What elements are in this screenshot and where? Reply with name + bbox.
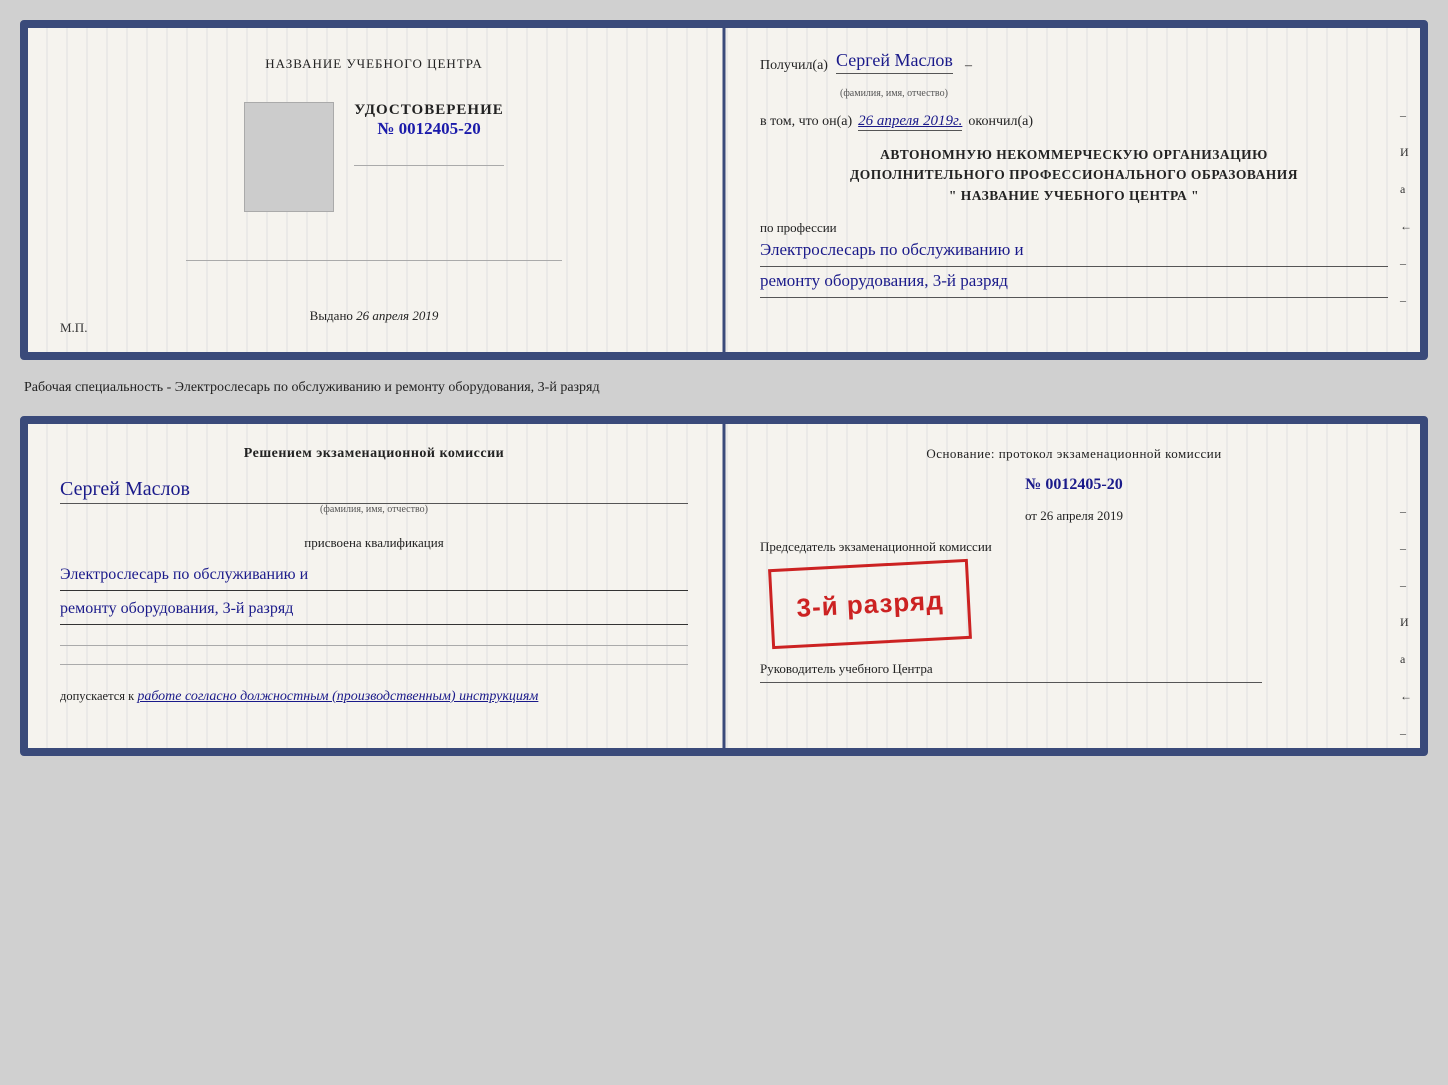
qualification-block: Электрослесарь по обслуживанию и ремонту… xyxy=(60,561,688,629)
cert-number: № 0012405-20 xyxy=(377,119,481,139)
page-wrapper: НАЗВАНИЕ УЧЕБНОГО ЦЕНТРА УДОСТОВЕРЕНИЕ №… xyxy=(20,20,1428,756)
recipient-name: Сергей Маслов xyxy=(836,50,953,74)
profession-line2: ремонту оборудования, 3-й разряд xyxy=(760,267,1388,298)
mark-2: И xyxy=(1400,145,1412,160)
mark2-5: а xyxy=(1400,652,1412,667)
school-title-left: НАЗВАНИЕ УЧЕБНОГО ЦЕНТРА xyxy=(265,56,482,72)
protocol-date-prefix: от xyxy=(1025,508,1037,523)
org-line2: ДОПОЛНИТЕЛЬНОГО ПРОФЕССИОНАЛЬНОГО ОБРАЗО… xyxy=(760,165,1388,185)
chairman-label: Председатель экзаменационной комиссии xyxy=(760,538,1388,556)
date-line: в том, что он(а) 26 апреля 2019г. окончи… xyxy=(760,113,1388,131)
stamp-text: 3-й разряд xyxy=(796,584,945,623)
dopusk-block: допускается к работе согласно должностны… xyxy=(60,689,688,705)
right-marks-1: – И а ← – – xyxy=(1400,108,1412,308)
qual-line2: ремонту оборудования, 3-й разряд xyxy=(60,595,688,625)
left-middle: УДОСТОВЕРЕНИЕ № 0012405-20 xyxy=(244,102,504,232)
dopusk-prefix: допускается к xyxy=(60,689,134,703)
left-main: УДОСТОВЕРЕНИЕ № 0012405-20 xyxy=(354,102,504,168)
qualification-label: присвоена квалификация xyxy=(60,535,688,551)
name-handwritten: Сергей Маслов xyxy=(60,478,688,504)
rukov-sig-line xyxy=(760,682,1262,683)
card1-right-panel: Получил(а) Сергей Маслов – (фамилия, имя… xyxy=(720,28,1420,352)
name-sublabel: (фамилия, имя, отчество) xyxy=(60,504,688,515)
issued-prefix: Выдано xyxy=(310,308,353,323)
date-prefix: в том, что он(а) xyxy=(760,114,852,130)
org-line1: АВТОНОМНУЮ НЕКОММЕРЧЕСКУЮ ОРГАНИЗАЦИЮ xyxy=(760,145,1388,165)
recipient-prefix: Получил(а) xyxy=(760,58,828,74)
protocol-number: № 0012405-20 xyxy=(760,476,1388,494)
date-value: 26 апреля 2019г. xyxy=(858,113,962,131)
dopusk-text: работе согласно должностным (производств… xyxy=(137,689,538,704)
mark2-4: И xyxy=(1400,615,1412,630)
date-suffix: окончил(а) xyxy=(968,114,1033,130)
mark2-6: ← xyxy=(1400,689,1412,704)
mark2-3: – xyxy=(1400,578,1412,593)
mark2-2: – xyxy=(1400,541,1412,556)
divider-line-1 xyxy=(354,165,504,166)
divider-line-2 xyxy=(186,260,563,261)
cert-label: УДОСТОВЕРЕНИЕ xyxy=(354,102,504,119)
protocol-date: от 26 апреля 2019 xyxy=(760,508,1388,524)
org-block: АВТОНОМНУЮ НЕКОММЕРЧЕСКУЮ ОРГАНИЗАЦИЮ ДО… xyxy=(760,145,1388,206)
photo-placeholder xyxy=(244,102,334,212)
issued-date: 26 апреля 2019 xyxy=(356,308,438,323)
mp-label: М.П. xyxy=(60,320,87,336)
mark-1: – xyxy=(1400,108,1412,123)
document-card-1: НАЗВАНИЕ УЧЕБНОГО ЦЕНТРА УДОСТОВЕРЕНИЕ №… xyxy=(20,20,1428,360)
mark-5: – xyxy=(1400,256,1412,271)
sig-line-1 xyxy=(60,645,688,646)
issued-line: Выдано 26 апреля 2019 xyxy=(310,308,439,324)
profession-line1: Электрослесарь по обслуживанию и xyxy=(760,236,1388,267)
mark2-7: – xyxy=(1400,726,1412,741)
between-label: Рабочая специальность - Электрослесарь п… xyxy=(20,378,1428,398)
recipient-sublabel: (фамилия, имя, отчество) xyxy=(840,88,1388,99)
name-block: Сергей Маслов (фамилия, имя, отчество) xyxy=(60,478,688,515)
rukov-block: Руководитель учебного Центра xyxy=(760,660,1388,687)
card2-right-panel: Основание: протокол экзаменационной коми… xyxy=(720,424,1420,748)
profession-label: по профессии xyxy=(760,220,1388,236)
commission-title: Решением экзаменационной комиссии xyxy=(60,446,688,462)
stamp-box: 3-й разряд xyxy=(768,558,972,648)
document-card-2: Решением экзаменационной комиссии Сергей… xyxy=(20,416,1428,756)
mark-4: ← xyxy=(1400,219,1412,234)
card2-left-panel: Решением экзаменационной комиссии Сергей… xyxy=(28,424,720,748)
mark-3: а xyxy=(1400,182,1412,197)
osnov-label: Основание: протокол экзаменационной коми… xyxy=(760,446,1388,462)
org-line3: " НАЗВАНИЕ УЧЕБНОГО ЦЕНТРА " xyxy=(760,186,1388,206)
qual-line1: Электрослесарь по обслуживанию и xyxy=(60,561,688,591)
right-marks-2: – – – И а ← – – – xyxy=(1400,504,1412,756)
card1-left-panel: НАЗВАНИЕ УЧЕБНОГО ЦЕНТРА УДОСТОВЕРЕНИЕ №… xyxy=(28,28,720,352)
mark2-1: – xyxy=(1400,504,1412,519)
protocol-date-value: 26 апреля 2019 xyxy=(1040,508,1123,523)
mark-6: – xyxy=(1400,293,1412,308)
sig-line-2 xyxy=(60,664,688,665)
recipient-line: Получил(а) Сергей Маслов – xyxy=(760,50,1388,74)
profession-prefix: по профессии Электрослесарь по обслужива… xyxy=(760,220,1388,298)
rukov-label: Руководитель учебного Центра xyxy=(760,660,1388,678)
